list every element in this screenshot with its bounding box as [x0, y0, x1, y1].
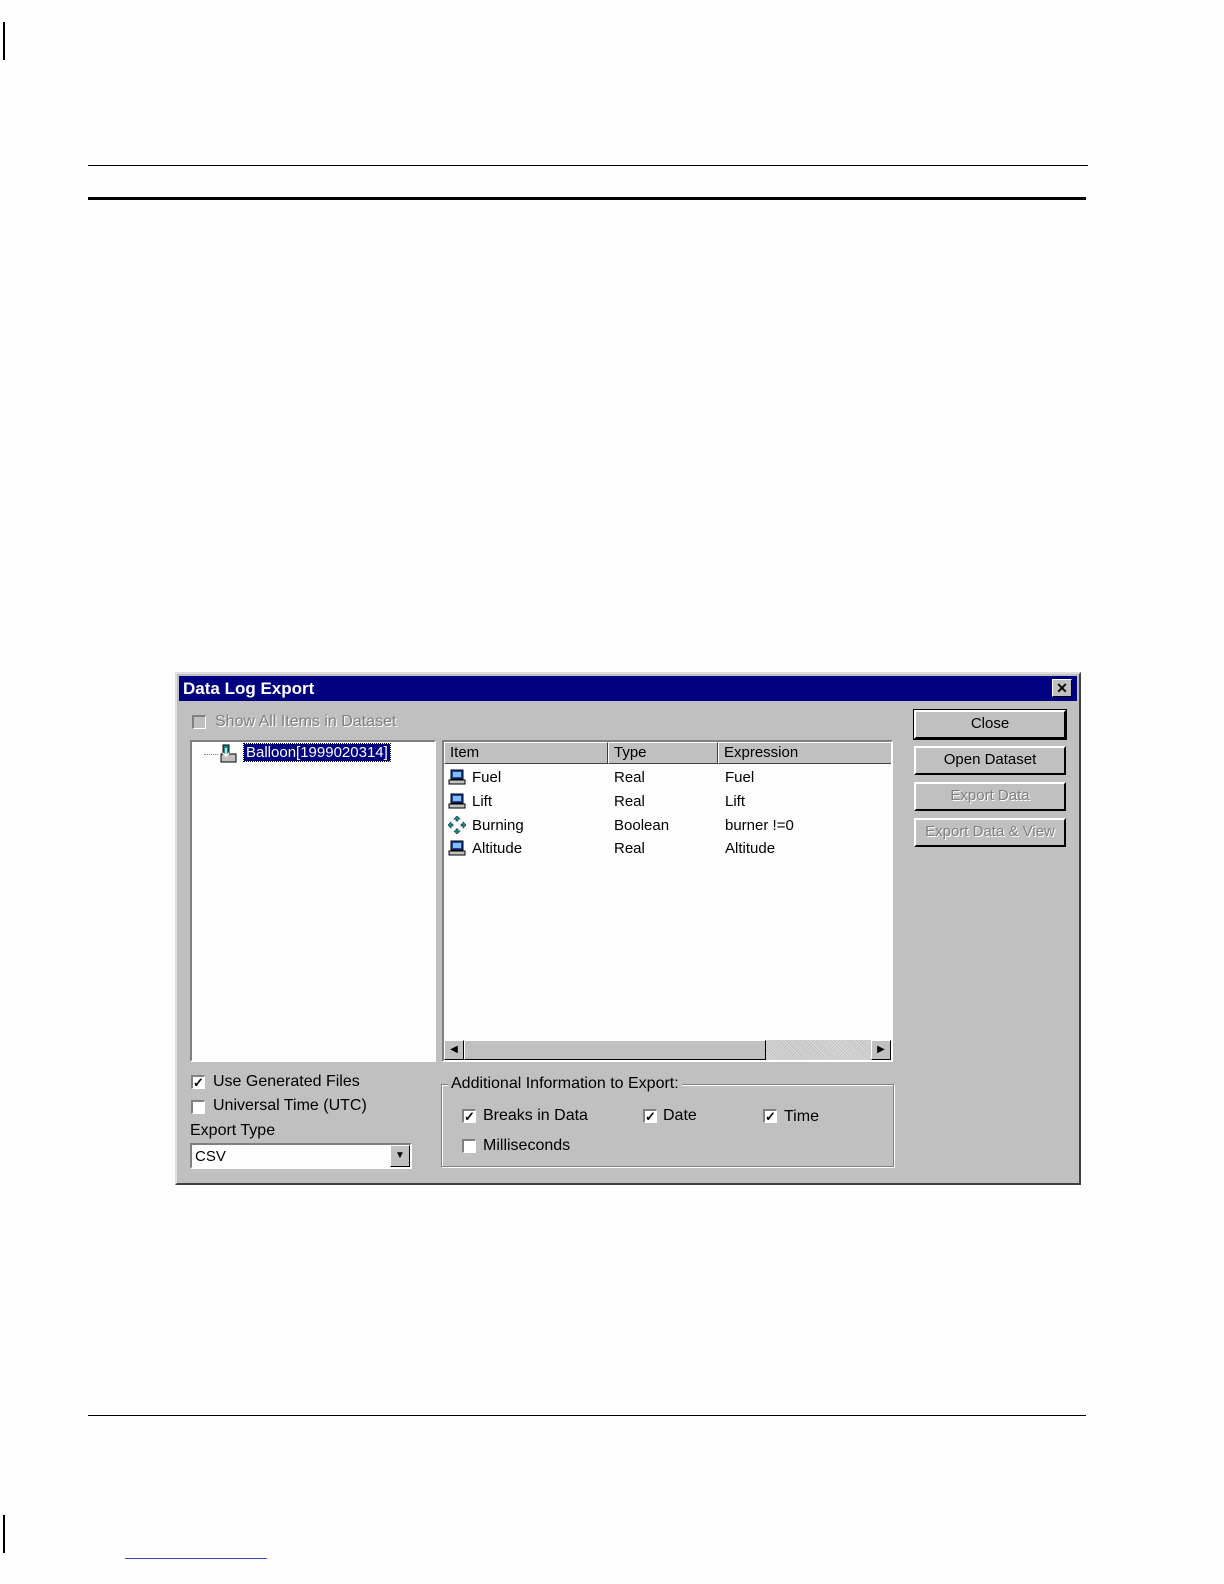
- header-rule-thick: [88, 197, 1086, 200]
- export-type-label: Export Type: [190, 1122, 276, 1139]
- row-expression: Altitude: [725, 840, 776, 857]
- export-data-view-button[interactable]: Export Data & View: [914, 818, 1066, 847]
- header-rule-thin: [88, 165, 1088, 166]
- margin-mark-top: [3, 22, 5, 60]
- column-header-item[interactable]: Item: [444, 742, 608, 764]
- row-type: Real: [614, 769, 645, 786]
- row-type: Real: [614, 793, 645, 810]
- milliseconds-label: Milliseconds: [483, 1137, 571, 1154]
- boolean-tag-icon: [448, 816, 466, 834]
- export-type-value: CSV: [195, 1148, 226, 1165]
- close-icon[interactable]: ✕: [1052, 679, 1072, 697]
- table-row[interactable]: Burning Boolean burner !=0: [444, 815, 884, 837]
- export-data-button[interactable]: Export Data: [914, 782, 1066, 811]
- table-row[interactable]: Altitude Real Altitude: [444, 838, 884, 860]
- show-all-items-checkbox[interactable]: [192, 715, 206, 729]
- scroll-right-icon[interactable]: ▶: [871, 1040, 891, 1060]
- breaks-in-data-label: Breaks in Data: [483, 1107, 588, 1124]
- tree-root-label[interactable]: Balloon[1999020314]: [243, 743, 391, 762]
- breaks-in-data-checkbox[interactable]: ✓: [462, 1109, 476, 1123]
- row-type: Boolean: [614, 817, 670, 834]
- column-header-type[interactable]: Type: [608, 742, 718, 764]
- row-expression: Fuel: [725, 769, 755, 786]
- time-checkbox[interactable]: ✓: [763, 1109, 777, 1123]
- column-header-expression[interactable]: Expression: [718, 742, 891, 764]
- real-tag-icon: [448, 793, 466, 809]
- footer-link-underline: [125, 1558, 267, 1559]
- use-generated-files-label: Use Generated Files: [213, 1073, 360, 1090]
- table-row[interactable]: Fuel Real Fuel: [444, 767, 884, 789]
- scroll-thumb[interactable]: [464, 1040, 766, 1060]
- row-item: Lift: [472, 793, 493, 810]
- row-type: Real: [614, 840, 645, 857]
- milliseconds-checkbox[interactable]: [462, 1139, 476, 1153]
- universal-time-checkbox[interactable]: [191, 1100, 205, 1114]
- real-tag-icon: [448, 840, 466, 856]
- items-list[interactable]: Item Type Expression Fuel Real Fuel Lift…: [442, 740, 893, 1062]
- show-all-items-label: Show All Items in Dataset: [215, 713, 397, 730]
- dialog-titlebar: Data Log Export ✕: [179, 676, 1077, 701]
- open-dataset-button[interactable]: Open Dataset: [914, 746, 1066, 775]
- date-checkbox[interactable]: ✓: [643, 1109, 657, 1123]
- dataset-icon: [220, 744, 237, 763]
- row-item: Burning: [472, 817, 524, 834]
- margin-mark-bottom: [3, 1515, 5, 1553]
- chevron-down-icon[interactable]: ▼: [390, 1145, 410, 1167]
- dialog-title: Data Log Export: [183, 679, 315, 698]
- table-row[interactable]: Lift Real Lift: [444, 791, 884, 813]
- footer-rule: [88, 1415, 1086, 1416]
- additional-info-legend: Additional Information to Export:: [448, 1075, 682, 1093]
- dataset-tree[interactable]: Balloon[1999020314]: [190, 740, 436, 1062]
- row-item: Fuel: [472, 769, 502, 786]
- row-expression: Lift: [725, 793, 746, 810]
- scroll-left-icon[interactable]: ◀: [444, 1040, 464, 1060]
- close-button[interactable]: Close: [913, 709, 1067, 740]
- use-generated-files-checkbox[interactable]: ✓: [191, 1075, 205, 1089]
- universal-time-label: Universal Time (UTC): [213, 1097, 367, 1114]
- horizontal-scrollbar[interactable]: ◀ ▶: [444, 1040, 891, 1060]
- real-tag-icon: [448, 769, 466, 785]
- row-expression: burner !=0: [725, 817, 794, 834]
- time-label: Time: [784, 1108, 819, 1125]
- tree-connector-line: [204, 754, 218, 755]
- row-item: Altitude: [472, 840, 523, 857]
- export-type-select[interactable]: CSV ▼: [190, 1143, 412, 1169]
- date-label: Date: [663, 1107, 697, 1124]
